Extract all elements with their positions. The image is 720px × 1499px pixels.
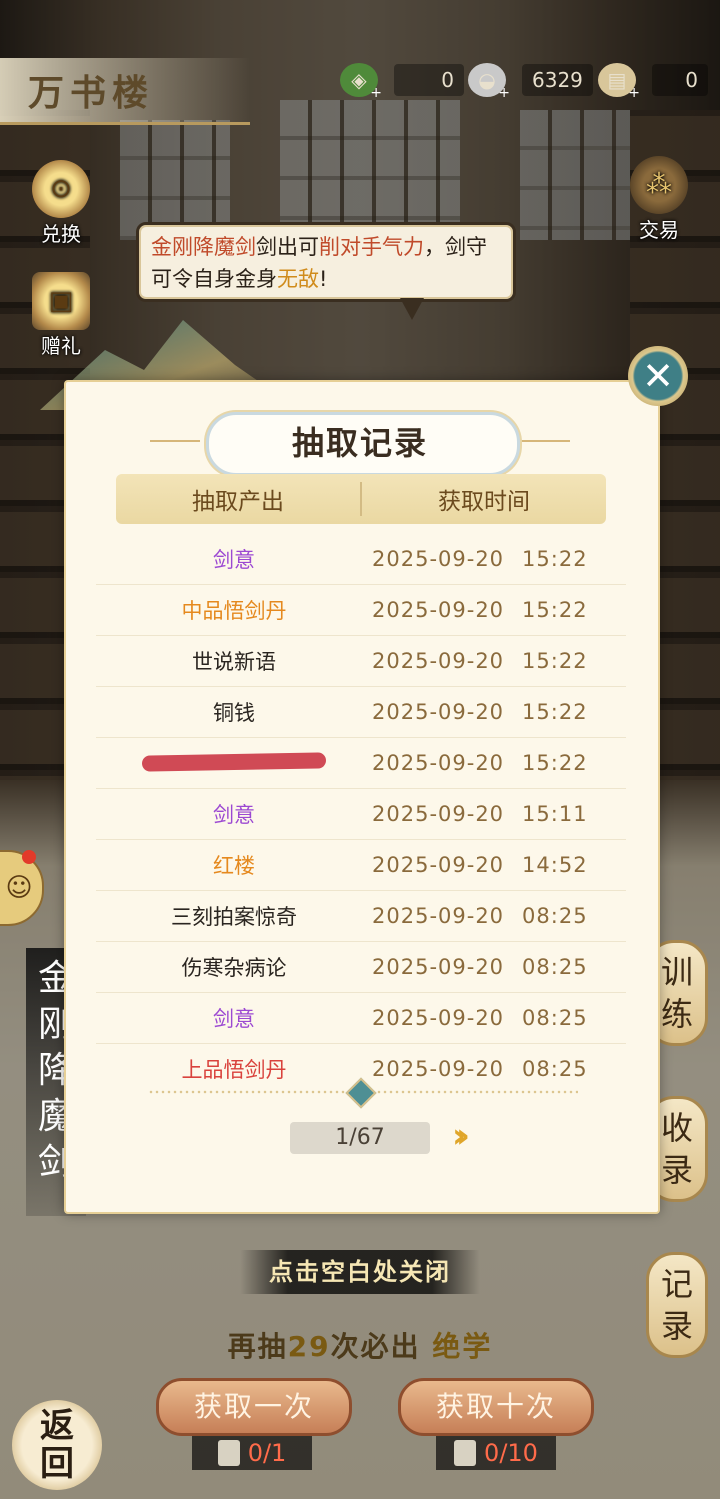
record-list: 剑意 2025-09-20 15:22 中品悟剑丹 2025-09-20 15:22… — [96, 534, 626, 1094]
table-row: 剑意 2025-09-20 15:11 — [96, 789, 626, 840]
pity-reward: 绝学 — [432, 1330, 493, 1363]
ticket-icon — [454, 1440, 477, 1466]
notification-dot — [22, 850, 36, 864]
chat-icon: ☺ — [5, 873, 33, 903]
table-row: 三刻拍案惊奇 2025-09-20 08:25 — [96, 891, 626, 942]
row-time: 2025-09-20 15:22 — [372, 547, 588, 571]
trade-label: 交易 — [639, 218, 679, 242]
resource-scroll[interactable]: ▤ + 0 — [598, 60, 708, 101]
resource-jade[interactable]: ◈ + 0 — [340, 60, 464, 101]
row-item: 铜钱 — [213, 701, 255, 725]
column-header-time: 获取时间 — [438, 489, 530, 515]
row-time: 2025-09-20 08:25 — [372, 904, 588, 928]
abacus-icon: ⁂ — [630, 156, 688, 214]
row-time: 2025-09-20 15:22 — [372, 751, 588, 775]
row-item: 红楼 — [213, 854, 255, 878]
table-row: 世说新语 2025-09-20 15:22 — [96, 636, 626, 687]
next-page-button[interactable]: ›› — [452, 1116, 470, 1156]
redaction-mark — [141, 752, 327, 772]
title-ornament-right — [520, 440, 570, 442]
speech-effect-2: 无敌 — [277, 267, 319, 291]
table-row: 伤寒杂病论 2025-09-20 08:25 — [96, 942, 626, 993]
row-time: 2025-09-20 14:52 — [372, 853, 588, 877]
back-button[interactable]: 返回 — [12, 1400, 102, 1490]
row-time: 2025-09-20 08:25 — [372, 1057, 588, 1081]
speech-skill-name: 金刚降魔剑 — [151, 235, 256, 259]
draw-ten-button[interactable]: 获取十次 — [398, 1378, 594, 1436]
column-header-item: 抽取产出 — [116, 482, 362, 516]
trade-button[interactable]: ⁂ 交易 — [624, 156, 694, 243]
speech-effect-1: 削对手气力 — [319, 235, 424, 259]
row-item: 剑意 — [213, 803, 255, 827]
row-item: 中品悟剑丹 — [181, 599, 287, 623]
gift-button[interactable]: ▣ 赠礼 — [26, 272, 96, 359]
pity-suffix: 次必出 — [330, 1330, 421, 1363]
train-label: 训练 — [660, 953, 693, 1033]
speech-text-3: ! — [319, 267, 328, 291]
page-title: 万书楼 — [28, 72, 155, 114]
exchange-label: 兑换 — [41, 222, 81, 246]
back-label: 返回 — [40, 1406, 74, 1484]
speech-tail — [400, 298, 424, 320]
draw-once-button[interactable]: 获取一次 — [156, 1378, 352, 1436]
table-header: 抽取产出 获取时间 — [116, 474, 606, 524]
row-item: 上品悟剑丹 — [181, 1058, 287, 1082]
ticket-icon — [217, 1440, 240, 1466]
resource-silver[interactable]: ◒ + 6329 — [468, 60, 593, 101]
double-chevron-right-icon: ›› — [452, 1116, 470, 1156]
pity-counter: 再抽29次必出 绝学 — [0, 1325, 720, 1365]
table-row: 铜钱 2025-09-20 15:22 — [96, 687, 626, 738]
exchange-icon: ⊙ — [32, 160, 90, 218]
page-indicator: 1/67 — [290, 1122, 430, 1154]
silver-ingot-icon: ◒ + — [468, 63, 510, 101]
gift-box-icon: ▣ — [32, 272, 90, 330]
scroll-ticket-icon: ▤ + — [598, 63, 640, 101]
ticket-once-count: 0/1 — [247, 1439, 287, 1467]
row-time: 2025-09-20 15:11 — [372, 802, 588, 826]
table-row: 剑意 2025-09-20 08:25 — [96, 993, 626, 1044]
ticket-ten-count: 0/10 — [484, 1439, 538, 1467]
npc-speech-bubble: 金刚降魔剑剑出可削对手气力，剑守可令自身金身无敌! — [136, 222, 516, 302]
pity-count: 29 — [287, 1330, 331, 1363]
close-icon: ✕ — [642, 354, 674, 398]
table-row: 红楼 2025-09-20 14:52 — [96, 840, 626, 891]
close-button[interactable]: ✕ — [628, 346, 688, 406]
row-item: 世说新语 — [192, 650, 276, 674]
exchange-button[interactable]: ⊙ 兑换 — [26, 160, 96, 247]
row-time: 2025-09-20 15:22 — [372, 649, 588, 673]
ticket-once: 0/1 — [192, 1436, 312, 1470]
modal-title: 抽取记录 — [291, 424, 428, 462]
table-row: 剑意 2025-09-20 15:22 — [96, 534, 626, 585]
resource-scroll-value: 0 — [652, 64, 708, 96]
collection-label: 收录 — [660, 1109, 693, 1189]
table-row: 中品悟剑丹 2025-09-20 15:22 — [96, 585, 626, 636]
ticket-ten: 0/10 — [436, 1436, 556, 1470]
title-ornament-left — [150, 440, 200, 442]
row-item: 三刻拍案惊奇 — [171, 905, 297, 929]
row-time: 2025-09-20 08:25 — [372, 955, 588, 979]
row-time: 2025-09-20 15:22 — [372, 700, 588, 724]
table-row: 2025-09-20 15:22 — [96, 738, 626, 789]
pity-prefix: 再抽 — [227, 1330, 288, 1363]
row-item: 剑意 — [213, 1007, 255, 1031]
speech-text-1: 剑出可 — [256, 235, 319, 259]
row-item: 伤寒杂病论 — [181, 956, 287, 980]
row-item: 剑意 — [213, 548, 255, 572]
gift-label: 赠礼 — [41, 334, 81, 358]
jade-coin-icon: ◈ + — [340, 63, 382, 101]
row-time: 2025-09-20 08:25 — [372, 1006, 588, 1030]
close-hint[interactable]: 点击空白处关闭 — [240, 1250, 480, 1294]
resource-jade-value: 0 — [394, 64, 464, 96]
row-item-redacted — [96, 751, 372, 775]
resource-silver-value: 6329 — [522, 64, 593, 96]
row-time: 2025-09-20 15:22 — [372, 598, 588, 622]
